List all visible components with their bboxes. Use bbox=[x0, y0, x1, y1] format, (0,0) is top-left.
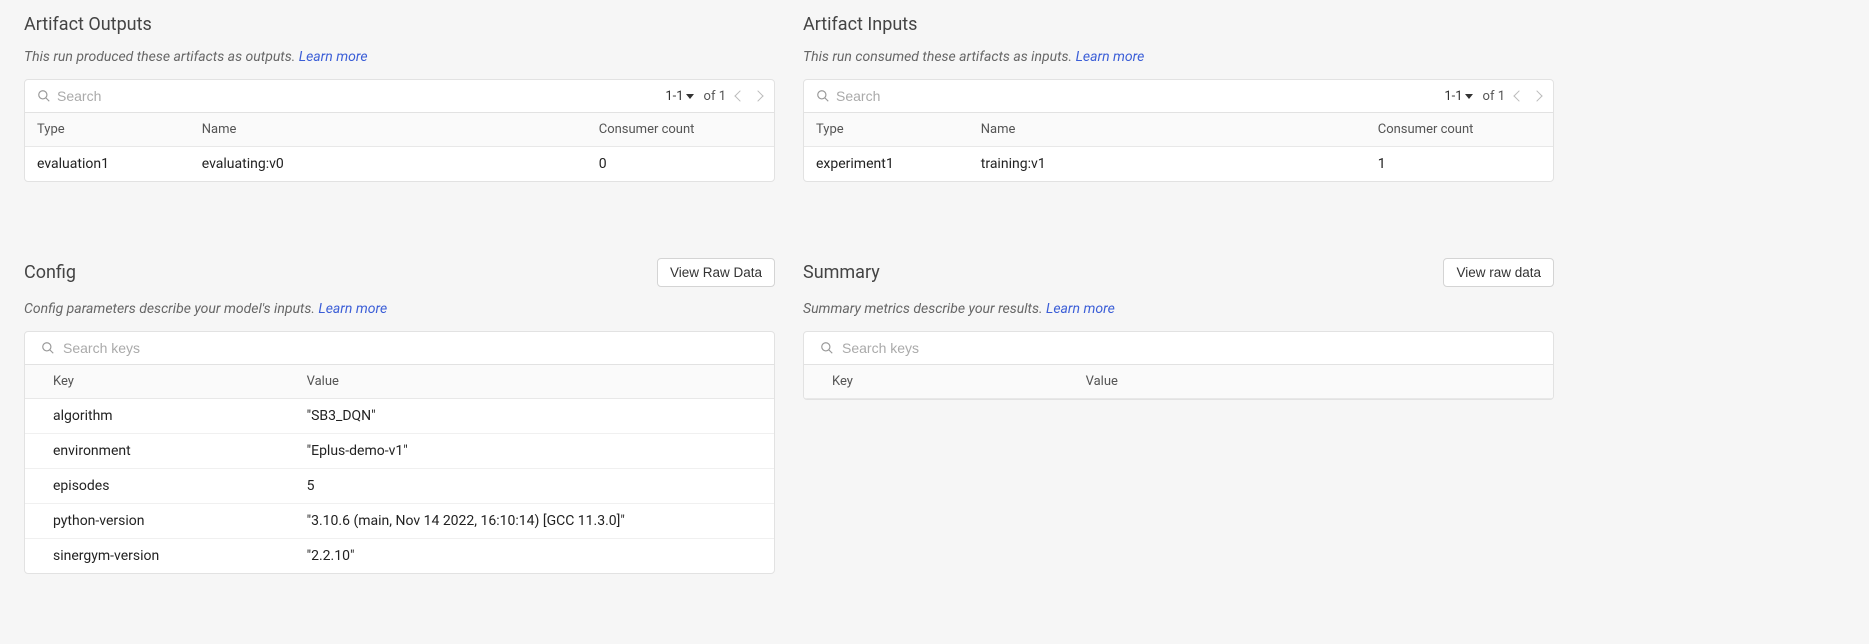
pager-next-button[interactable] bbox=[752, 90, 763, 101]
table-row[interactable]: algorithm"SB3_DQN" bbox=[25, 399, 774, 434]
column-value[interactable]: Value bbox=[295, 365, 774, 399]
learn-more-link[interactable]: Learn more bbox=[299, 49, 368, 65]
column-consumer-count[interactable]: Consumer count bbox=[587, 113, 774, 147]
column-value[interactable]: Value bbox=[1074, 365, 1553, 399]
artifact-inputs-panel: Artifact Inputs This run consumed these … bbox=[803, 14, 1554, 182]
pager: 1-1 of 1 bbox=[665, 89, 762, 104]
search-keys-input[interactable] bbox=[842, 340, 1042, 356]
search-icon bbox=[820, 341, 834, 355]
learn-more-link[interactable]: Learn more bbox=[1046, 301, 1115, 317]
column-name[interactable]: Name bbox=[969, 113, 1366, 147]
search-input[interactable] bbox=[836, 88, 1036, 104]
summary-desc: Summary metrics describe your results. L… bbox=[803, 301, 1554, 317]
config-card: Key Value algorithm"SB3_DQN" environment… bbox=[24, 331, 775, 574]
summary-card: Key Value bbox=[803, 331, 1554, 400]
page-size-dropdown[interactable] bbox=[1465, 94, 1473, 99]
table-row[interactable]: environment"Eplus-demo-v1" bbox=[25, 434, 774, 469]
artifact-outputs-card: 1-1 of 1 Type Name Consumer count eva bbox=[24, 79, 775, 182]
search-icon bbox=[41, 341, 55, 355]
table-row[interactable]: python-version"3.10.6 (main, Nov 14 2022… bbox=[25, 504, 774, 539]
pager-prev-button[interactable] bbox=[1513, 90, 1524, 101]
config-title: Config bbox=[24, 262, 76, 283]
search-icon bbox=[816, 89, 830, 103]
pager-next-button[interactable] bbox=[1531, 90, 1542, 101]
config-panel: Config View Raw Data Config parameters d… bbox=[24, 258, 775, 574]
artifact-inputs-card: 1-1 of 1 Type Name Consumer count exp bbox=[803, 79, 1554, 182]
summary-panel: Summary View raw data Summary metrics de… bbox=[803, 258, 1554, 574]
artifact-outputs-table: Type Name Consumer count evaluation1 eva… bbox=[25, 113, 774, 181]
search-input[interactable] bbox=[57, 88, 257, 104]
view-raw-data-button[interactable]: View Raw Data bbox=[657, 258, 775, 287]
artifact-outputs-desc: This run produced these artifacts as out… bbox=[24, 49, 775, 65]
table-row[interactable]: sinergym-version"2.2.10" bbox=[25, 539, 774, 574]
artifact-outputs-title: Artifact Outputs bbox=[24, 14, 152, 35]
table-row[interactable]: episodes5 bbox=[25, 469, 774, 504]
config-desc: Config parameters describe your model's … bbox=[24, 301, 775, 317]
pager: 1-1 of 1 bbox=[1444, 89, 1541, 104]
artifact-inputs-table: Type Name Consumer count experiment1 tra… bbox=[804, 113, 1553, 181]
table-row[interactable]: evaluation1 evaluating:v0 0 bbox=[25, 147, 774, 182]
summary-title: Summary bbox=[803, 262, 880, 283]
column-key[interactable]: Key bbox=[25, 365, 295, 399]
artifact-inputs-desc: This run consumed these artifacts as inp… bbox=[803, 49, 1554, 65]
column-type[interactable]: Type bbox=[804, 113, 969, 147]
learn-more-link[interactable]: Learn more bbox=[318, 301, 387, 317]
page-size-dropdown[interactable] bbox=[686, 94, 694, 99]
search-keys-input[interactable] bbox=[63, 340, 263, 356]
search-icon bbox=[37, 89, 51, 103]
column-consumer-count[interactable]: Consumer count bbox=[1366, 113, 1553, 147]
learn-more-link[interactable]: Learn more bbox=[1076, 49, 1145, 65]
config-table: Key Value algorithm"SB3_DQN" environment… bbox=[25, 365, 774, 573]
artifact-outputs-panel: Artifact Outputs This run produced these… bbox=[24, 14, 775, 182]
summary-table: Key Value bbox=[804, 365, 1553, 399]
artifact-inputs-title: Artifact Inputs bbox=[803, 14, 917, 35]
view-raw-data-button[interactable]: View raw data bbox=[1443, 258, 1554, 287]
pager-prev-button[interactable] bbox=[734, 90, 745, 101]
column-name[interactable]: Name bbox=[190, 113, 587, 147]
table-row[interactable]: experiment1 training:v1 1 bbox=[804, 147, 1553, 182]
column-type[interactable]: Type bbox=[25, 113, 190, 147]
column-key[interactable]: Key bbox=[804, 365, 1074, 399]
